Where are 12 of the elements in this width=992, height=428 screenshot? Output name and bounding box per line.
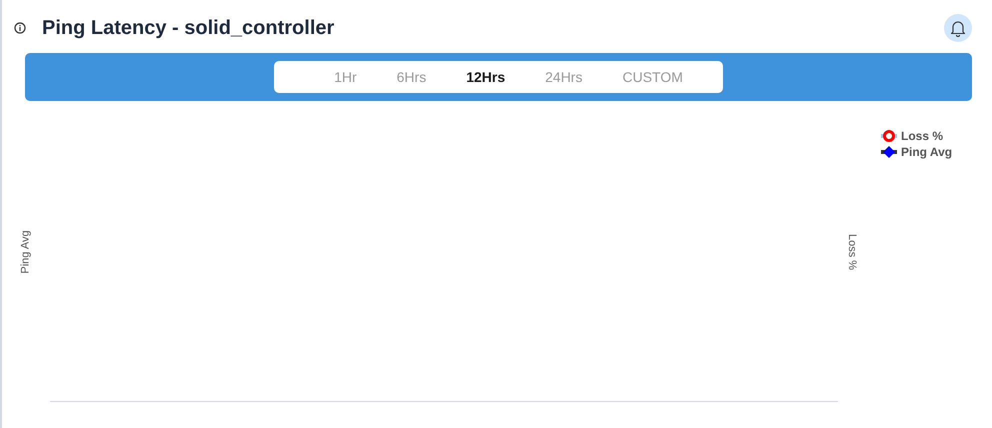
right-axis-title: Loss %: [846, 233, 858, 270]
range-tab[interactable]: 6Hrs: [376, 69, 446, 85]
legend-label: Loss %: [901, 129, 944, 143]
legend-label: Ping Avg: [901, 145, 952, 159]
range-tab[interactable]: 24Hrs: [525, 69, 602, 85]
range-tab[interactable]: 12Hrs: [446, 69, 526, 85]
range-tab[interactable]: 1Hr: [314, 69, 377, 85]
range-tab[interactable]: CUSTOM: [602, 69, 703, 85]
info-icon[interactable]: [14, 22, 26, 34]
panel-title: Ping Latency - solid_controller: [42, 16, 336, 40]
bell-icon[interactable]: [944, 14, 972, 42]
y-axis-title: Ping Avg: [20, 230, 32, 274]
